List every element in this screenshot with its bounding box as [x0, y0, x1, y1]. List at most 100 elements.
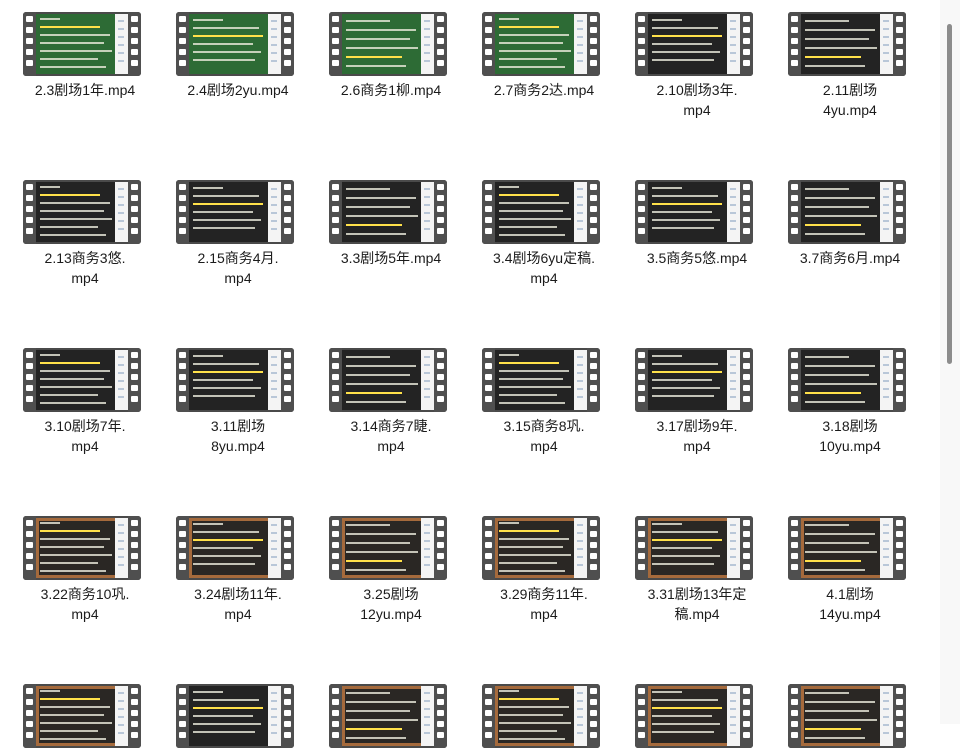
film-perforation-strip [434, 348, 447, 412]
file-name-label: 2.13商务3悠. mp4 [2, 248, 168, 288]
film-perforation-strip [893, 180, 906, 244]
file-name-label: 3.31剧场13年定 稿.mp4 [614, 584, 780, 624]
file-name-line: 3.7商务6月.mp4 [799, 250, 901, 266]
file-name-line: 2.15商务4月. [197, 250, 279, 266]
file-name-label: 3.25剧场 12yu.mp4 [308, 584, 474, 624]
file-name-line: 3.24剧场11年. [194, 586, 282, 602]
film-perforation-strip [482, 180, 495, 244]
file-name-label: 2.3剧场1年.mp4 [2, 80, 168, 100]
film-perforation-strip [482, 516, 495, 580]
film-strip-icon [176, 12, 294, 76]
film-perforation-strip [587, 348, 600, 412]
file-name-line: mp4 [377, 438, 405, 454]
film-perforation-strip [434, 684, 447, 748]
film-strip-icon [23, 516, 141, 580]
film-perforation-strip [635, 180, 648, 244]
film-perforation-strip [635, 684, 648, 748]
film-strip-icon [482, 348, 600, 412]
film-strip-icon [482, 12, 600, 76]
film-strip-icon [482, 516, 600, 580]
film-perforation-strip [587, 12, 600, 76]
film-strip-icon [788, 516, 906, 580]
film-perforation-strip [329, 516, 342, 580]
file-name-label: 3.29商务11年. mp4 [461, 584, 627, 624]
file-name-line: 3.29商务11年. [500, 586, 588, 602]
file-name-line: 10yu.mp4 [819, 438, 881, 454]
film-perforation-strip [635, 516, 648, 580]
film-perforation-strip [788, 516, 801, 580]
file-name-line: 3.22商务10巩. [40, 586, 130, 602]
file-name-line: mp4 [683, 102, 711, 118]
film-perforation-strip [329, 12, 342, 76]
film-strip-icon [635, 12, 753, 76]
film-perforation-strip [587, 684, 600, 748]
film-perforation-strip [176, 348, 189, 412]
video-thumbnail-preview [648, 182, 740, 242]
video-thumbnail-preview [189, 350, 281, 410]
film-perforation-strip [23, 180, 36, 244]
file-name-label: 3.22商务10巩. mp4 [2, 584, 168, 624]
film-strip-icon [788, 348, 906, 412]
file-name-line: 3.15商务8巩. [503, 418, 585, 434]
film-perforation-strip [128, 12, 141, 76]
film-strip-icon [635, 684, 753, 748]
file-grid: 2.3剧场1年.mp4 2.4剧场2yu.mp4 2.6商务1柳.mp4 2.7商务2… [0, 0, 940, 748]
video-thumbnail-preview [801, 14, 893, 74]
file-name-line: mp4 [683, 438, 711, 454]
video-thumbnail-preview [495, 518, 587, 578]
film-perforation-strip [176, 180, 189, 244]
file-name-line: mp4 [71, 270, 99, 286]
video-thumbnail-preview [342, 686, 434, 746]
file-name-label: 2.7商务2达.mp4 [461, 80, 627, 100]
film-strip-icon [788, 12, 906, 76]
film-perforation-strip [23, 348, 36, 412]
video-thumbnail-preview [189, 518, 281, 578]
film-strip-icon [635, 180, 753, 244]
file-name-line: 2.11剧场 [822, 82, 878, 98]
file-name-line: 稿.mp4 [674, 606, 720, 622]
scrollbar-thumb[interactable] [947, 24, 952, 364]
file-name-line: mp4 [71, 606, 99, 622]
file-name-line: mp4 [530, 270, 558, 286]
film-perforation-strip [893, 516, 906, 580]
file-name-line: mp4 [71, 438, 99, 454]
film-perforation-strip [434, 516, 447, 580]
film-perforation-strip [482, 684, 495, 748]
video-thumbnail-preview [189, 686, 281, 746]
video-thumbnail-preview [801, 182, 893, 242]
film-strip-icon [788, 180, 906, 244]
film-perforation-strip [788, 348, 801, 412]
vertical-scrollbar[interactable] [940, 0, 960, 724]
file-name-label: 2.6商务1柳.mp4 [308, 80, 474, 100]
video-thumbnail-preview [495, 686, 587, 746]
film-perforation-strip [893, 12, 906, 76]
film-strip-icon [329, 516, 447, 580]
file-name-line: mp4 [224, 606, 252, 622]
video-thumbnail-preview [495, 182, 587, 242]
film-perforation-strip [329, 180, 342, 244]
film-perforation-strip [482, 12, 495, 76]
file-name-line: 2.10剧场3年. [656, 82, 738, 98]
video-thumbnail-preview [648, 518, 740, 578]
file-name-line: 2.7商务2达.mp4 [493, 82, 595, 98]
film-strip-icon [176, 684, 294, 748]
film-perforation-strip [128, 516, 141, 580]
video-thumbnail-preview [36, 350, 128, 410]
film-perforation-strip [740, 348, 753, 412]
file-name-line: 3.25剧场 [363, 586, 419, 602]
file-name-line: 2.6商务1柳.mp4 [340, 82, 442, 98]
film-strip-icon [23, 180, 141, 244]
file-name-line: 2.4剧场2yu.mp4 [187, 82, 289, 98]
video-thumbnail-preview [648, 350, 740, 410]
file-name-label: 2.4剧场2yu.mp4 [155, 80, 321, 100]
film-perforation-strip [635, 12, 648, 76]
video-thumbnail-preview [36, 182, 128, 242]
file-name-line: 4yu.mp4 [823, 102, 877, 118]
film-perforation-strip [128, 684, 141, 748]
video-thumbnail-preview [801, 350, 893, 410]
film-perforation-strip [788, 684, 801, 748]
file-name-line: 2.3剧场1年.mp4 [34, 82, 136, 98]
video-thumbnail-preview [342, 182, 434, 242]
film-perforation-strip [329, 684, 342, 748]
film-perforation-strip [23, 516, 36, 580]
